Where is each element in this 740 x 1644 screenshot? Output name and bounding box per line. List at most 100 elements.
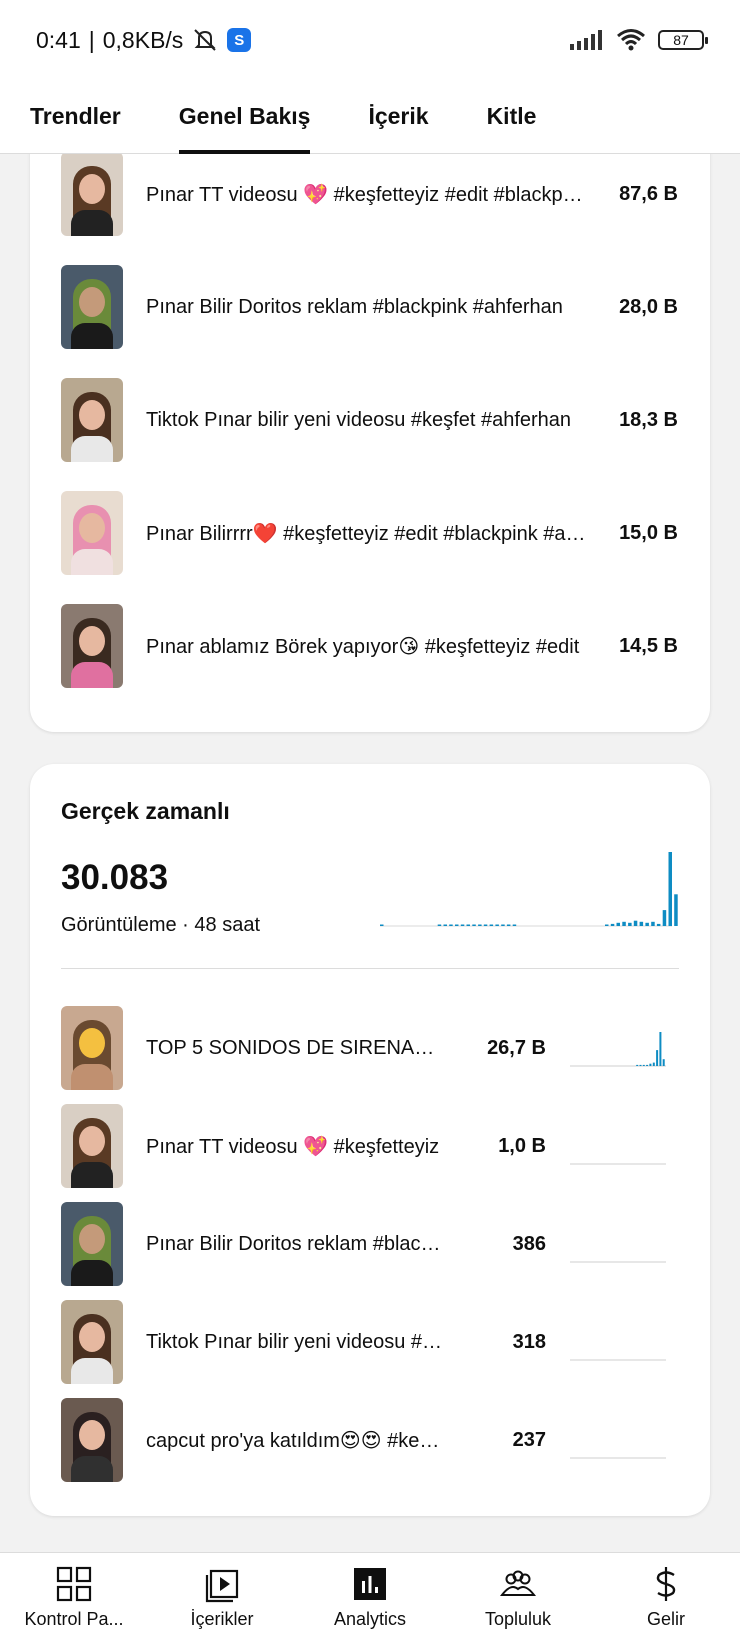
top-videos-card: Pınar TT videosu 💖 #keşfetteyiz #edit #b… — [30, 120, 710, 732]
sparkline-bar — [646, 1064, 649, 1066]
realtime-heading: Gerçek zamanlı — [61, 798, 230, 824]
chart-bar — [489, 924, 494, 926]
divider — [61, 968, 679, 969]
video-title: Pınar ablamız Börek yapıyor😘 #keşfetteyi… — [146, 635, 580, 658]
video-views: 18,3 B — [619, 408, 678, 431]
video-title: TOP 5 SONIDOS DE SIRENAS REALES — [146, 1036, 446, 1059]
nav-content[interactable]: İçerikler — [148, 1553, 296, 1644]
video-thumbnail — [61, 1104, 123, 1188]
chart-bar — [443, 924, 447, 926]
analytics-icon — [354, 1568, 386, 1600]
realtime-card[interactable]: Gerçek zamanlı 30.083 Görüntüleme · 48 s… — [30, 764, 710, 1516]
tab-label: Genel Bakış — [178, 103, 311, 129]
chart-bar — [605, 924, 609, 926]
video-views: 28,0 B — [619, 295, 678, 318]
chart-bar — [512, 924, 517, 926]
list-item[interactable]: Tiktok Pınar bilir yeni videosu #keşfet … — [30, 378, 710, 462]
sparkline-bar — [659, 1032, 662, 1066]
tab-trends[interactable]: Trendler — [30, 80, 121, 154]
mute-icon — [194, 29, 217, 51]
video-views: 318 — [512, 1330, 546, 1353]
tab-content[interactable]: İçerik — [368, 80, 428, 154]
nav-label: Gelir — [646, 1609, 685, 1629]
battery-level: 87 — [673, 32, 689, 48]
sparkline-bar — [662, 1059, 665, 1066]
video-views: 87,6 B — [619, 182, 678, 205]
sparkline-bar — [656, 1050, 659, 1066]
table-row[interactable]: TOP 5 SONIDOS DE SIRENAS REALES 26,7 B — [30, 1006, 710, 1090]
list-item[interactable]: Pınar Bilir Doritos reklam #blackpink #a… — [30, 265, 710, 349]
chart-bar — [639, 921, 644, 926]
tab-label: İçerik — [368, 103, 429, 129]
tab-audience[interactable]: Kitle — [487, 80, 537, 154]
nav-dashboard[interactable]: Kontrol Pa... — [0, 1553, 148, 1644]
chart-bar — [645, 922, 649, 926]
chart-bar — [506, 924, 511, 926]
chart-bar — [616, 922, 620, 926]
video-thumbnail — [61, 1398, 123, 1482]
chart-bar — [610, 923, 615, 926]
list-item[interactable]: Pınar TT videosu 💖 #keşfetteyiz #edit #b… — [30, 152, 710, 236]
nav-earn[interactable]: Gelir — [592, 1553, 740, 1644]
video-title: Pınar Bilir Doritos reklam #blackpink — [146, 1232, 446, 1255]
tab-overview[interactable]: Genel Bakış — [178, 80, 311, 154]
chart-bar — [483, 924, 488, 926]
chart-bar — [501, 924, 505, 926]
chart-bar — [656, 923, 661, 926]
list-item[interactable]: Pınar ablamız Börek yapıyor😘 #keşfetteyi… — [30, 604, 710, 688]
chart-bar — [380, 924, 384, 926]
chart-bar — [449, 924, 453, 926]
nav-community[interactable]: Topluluk — [444, 1553, 592, 1644]
chart-bar — [662, 910, 667, 926]
table-row[interactable]: Pınar TT videosu 💖 #keşfetteyiz 1,0 B — [30, 1104, 710, 1188]
video-title: Pınar Bilirrrr❤️ #keşfetteyiz #edit #bla… — [146, 522, 586, 545]
sparkline-bar — [636, 1064, 639, 1066]
chart-bar — [472, 924, 476, 926]
nav-label: Topluluk — [484, 1609, 552, 1629]
chart-bar — [633, 920, 638, 926]
video-sparkline — [570, 1163, 666, 1165]
content-icon — [205, 1569, 239, 1603]
video-title: Tiktok Pınar bilir yeni videosu #keşfet — [146, 1330, 446, 1353]
video-title: Pınar Bilir Doritos reklam #blackpink #a… — [146, 295, 563, 318]
video-views: 386 — [512, 1232, 546, 1255]
video-thumbnail — [61, 378, 123, 462]
video-thumbnail — [61, 265, 123, 349]
video-title: Tiktok Pınar bilir yeni videosu #keşfet … — [146, 408, 572, 431]
nav-analytics[interactable]: Analytics — [296, 1553, 444, 1644]
table-row[interactable]: Pınar Bilir Doritos reklam #blackpink 38… — [30, 1202, 710, 1286]
video-sparkline — [570, 1359, 666, 1361]
nav-label: Analytics — [333, 1609, 407, 1629]
chart-bar — [622, 921, 626, 926]
status-right: 87 — [570, 28, 708, 52]
table-row[interactable]: Tiktok Pınar bilir yeni videosu #keşfet … — [30, 1300, 710, 1384]
video-views: 1,0 B — [498, 1134, 546, 1157]
video-sparkline — [570, 1032, 666, 1067]
chart-bar — [466, 924, 470, 926]
analytics-tabs: Trendler Genel Bakış İçerik Kitle — [0, 80, 740, 154]
chart-bar — [668, 852, 672, 926]
chart-bar — [460, 924, 465, 926]
chart-bar — [674, 894, 678, 926]
chart-bar — [495, 924, 499, 926]
video-thumbnail — [61, 491, 123, 575]
nav-label: İçerikler — [190, 1609, 254, 1629]
sparkline-bar — [639, 1064, 642, 1066]
sparkline-bar — [642, 1064, 645, 1066]
realtime-views-total: 30.083 — [61, 858, 169, 897]
video-views: 15,0 B — [619, 521, 678, 544]
shazam-icon: S — [227, 28, 252, 52]
tab-label: Trendler — [30, 103, 121, 129]
video-title: capcut pro'ya katıldım😍😍 #keşfet — [146, 1429, 446, 1452]
video-title: Pınar TT videosu 💖 #keşfetteyiz #edit #b… — [146, 183, 586, 206]
chart-bar — [455, 924, 459, 926]
signal-icon — [570, 30, 602, 50]
table-row[interactable]: capcut pro'ya katıldım😍😍 #keşfet 237 — [30, 1398, 710, 1482]
video-thumbnail — [61, 152, 123, 236]
video-thumbnail — [61, 1300, 123, 1384]
video-thumbnail — [61, 604, 123, 688]
chart-bar — [437, 924, 442, 926]
community-icon — [499, 1570, 537, 1596]
list-item[interactable]: Pınar Bilirrrr❤️ #keşfetteyiz #edit #bla… — [30, 491, 710, 575]
chart-bar — [651, 921, 655, 926]
